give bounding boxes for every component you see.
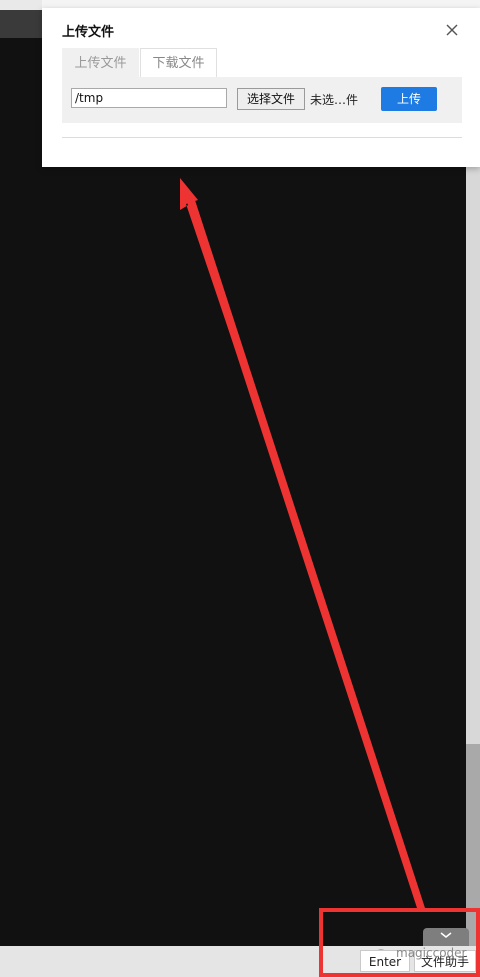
watermark-text: magiccoder [396, 946, 467, 960]
tab-upload[interactable]: 上传文件 [62, 48, 139, 77]
choose-file-button[interactable]: 选择文件 [237, 88, 305, 110]
chevron-down-icon [440, 932, 452, 938]
scrollbar[interactable] [466, 38, 480, 946]
scrollbar-thumb[interactable] [466, 744, 480, 946]
upload-dialog: 上传文件 上传文件 下载文件 选择文件 未选…件 上传 [42, 8, 480, 167]
dialog-title: 上传文件 [62, 25, 115, 40]
collapse-button[interactable] [423, 928, 469, 946]
path-input[interactable] [71, 88, 227, 108]
dark-tab [0, 10, 42, 38]
top-strip-line [42, 0, 480, 8]
dialog-divider [62, 137, 462, 138]
terminal-area[interactable] [0, 38, 466, 946]
upload-panel: 选择文件 未选…件 上传 [62, 77, 462, 123]
no-file-label: 未选…件 [310, 93, 359, 107]
tab-download[interactable]: 下载文件 [140, 48, 217, 77]
upload-button[interactable]: 上传 [381, 87, 437, 111]
close-icon[interactable] [444, 22, 460, 38]
